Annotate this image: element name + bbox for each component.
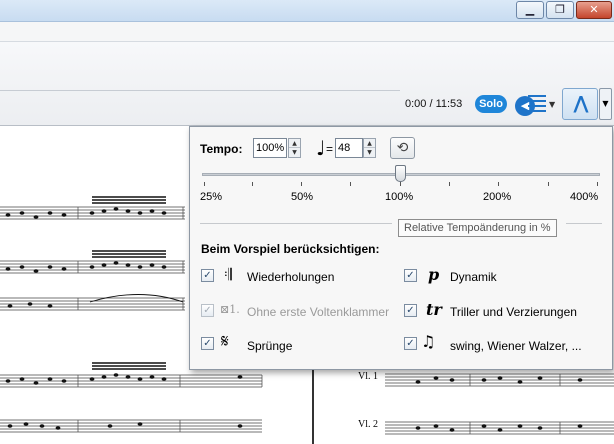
slider-tick: [449, 182, 450, 186]
spinner-up-icon[interactable]: ▲: [289, 139, 300, 148]
trill-checkbox[interactable]: ✓: [404, 304, 417, 317]
slider-tick-label: 25%: [200, 191, 223, 203]
dynamics-p-icon: p: [428, 265, 440, 284]
dynamics-checkbox[interactable]: ✓: [404, 269, 417, 282]
spinner-down-icon[interactable]: ▼: [289, 148, 300, 157]
toolbar-divider: [0, 90, 400, 91]
tempo-percent-input[interactable]: 100%: [253, 138, 287, 158]
staff-label-vl2: Vl. 2: [358, 419, 378, 430]
slider-tick: [350, 182, 351, 186]
slider-tick-label: 100%: [385, 191, 414, 203]
trill-label: Triller und Verzierungen: [450, 305, 577, 319]
slider-tick: [597, 182, 598, 186]
jumps-checkbox[interactable]: ✓: [201, 337, 214, 350]
quarter-note-icon: ♩: [316, 136, 326, 160]
tempo-percent-spinner[interactable]: ▲ ▼: [288, 138, 301, 158]
slider-tick: [400, 182, 401, 186]
bpm-spinner[interactable]: ▲ ▼: [363, 138, 376, 158]
tempo-logo-icon: ⋀: [573, 93, 589, 114]
reset-tempo-button[interactable]: ⟲: [390, 137, 415, 159]
repeats-label: Wiederholungen: [247, 270, 335, 284]
slider-tick-label: 400%: [570, 191, 599, 203]
slider-tick: [548, 182, 549, 186]
slider-tick: [204, 182, 205, 186]
volta-bracket-icon: ⊠1.: [220, 303, 240, 316]
window-titlebar: ▁ ❐ ✕: [0, 0, 614, 22]
swing-checkbox[interactable]: ✓: [404, 337, 417, 350]
slider-tick: [301, 182, 302, 186]
tempo-button[interactable]: ⋀: [562, 88, 598, 120]
mixer-dropdown-icon[interactable]: ▼: [549, 100, 555, 109]
triplet-notes-icon: ♫: [421, 332, 436, 351]
tempo-slider-thumb[interactable]: [395, 165, 406, 182]
spinner-up-icon[interactable]: ▲: [364, 139, 375, 148]
time-counter: 0:00 / 11:53: [405, 98, 463, 110]
staff-label-vl1: Vl. 1: [358, 371, 378, 382]
volta-label: Ohne erste Voltenklammer: [247, 305, 390, 319]
swing-label: swing, Wiener Walzer, ...: [450, 339, 582, 353]
close-button[interactable]: ✕: [576, 1, 612, 19]
dynamics-label: Dynamik: [450, 270, 497, 284]
playback-options-title: Beim Vorspiel berücksichtigen:: [201, 242, 380, 256]
panel-separator: [200, 223, 392, 224]
slider-tick: [252, 182, 253, 186]
panel-separator: [566, 223, 602, 224]
solo-button[interactable]: Solo: [475, 95, 507, 113]
volta-checkbox[interactable]: ✓: [201, 304, 214, 317]
jumps-label: Sprünge: [247, 339, 293, 353]
slider-tooltip: Relative Tempoänderung in %: [398, 219, 557, 237]
slider-tick-label: 200%: [483, 191, 512, 203]
spinner-down-icon[interactable]: ▼: [364, 148, 375, 157]
tempo-dropdown-button[interactable]: ▼: [599, 88, 612, 120]
minimize-button[interactable]: ▁: [516, 1, 544, 19]
repeat-barline-icon: 𝄇: [224, 265, 232, 284]
repeats-checkbox[interactable]: ✓: [201, 269, 214, 282]
tempo-popup-panel: Tempo: 100% ▲ ▼ ♩ = 48 ▲ ▼ ⟲ 25% 50% 100…: [189, 126, 613, 370]
bpm-input[interactable]: 48: [335, 138, 363, 158]
tempo-label: Tempo:: [200, 142, 243, 156]
slider-tick: [498, 182, 499, 186]
bpm-equals: =: [326, 142, 334, 156]
trill-icon: tr: [426, 300, 442, 319]
segno-icon: 𝄋: [221, 331, 229, 352]
slider-tick-label: 50%: [291, 191, 314, 203]
restore-button[interactable]: ❐: [546, 1, 574, 19]
menu-area: [0, 22, 614, 42]
mixer-icon[interactable]: [528, 95, 546, 115]
